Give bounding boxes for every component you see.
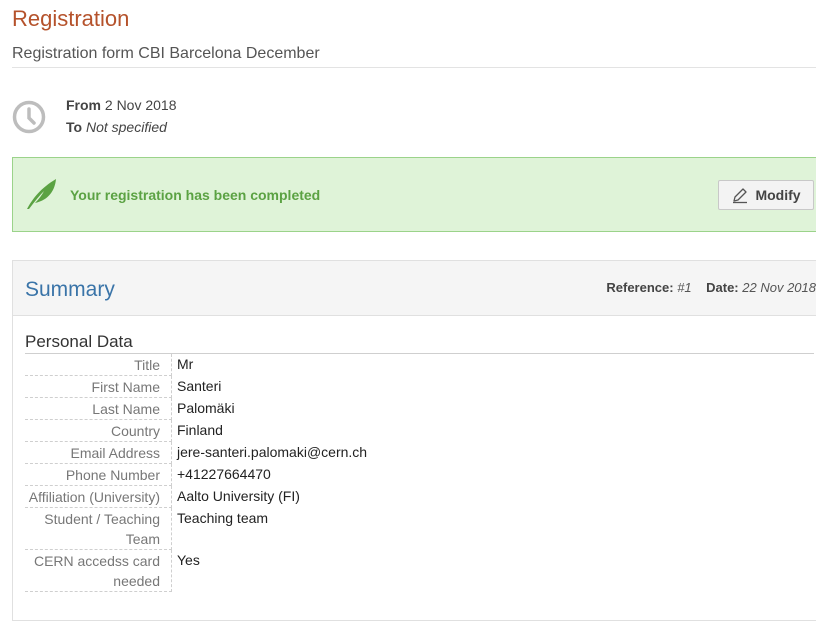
field-row: Country Finland <box>25 420 815 442</box>
registration-complete-alert: Your registration has been completed Mod… <box>12 157 816 232</box>
modify-button-label: Modify <box>755 187 801 203</box>
field-label: Email Address <box>25 442 172 464</box>
clock-icon <box>12 100 46 134</box>
field-value: Aalto University (FI) <box>177 488 300 504</box>
field-row: CERN accedss card needed Yes <box>25 550 815 592</box>
field-row: First Name Santeri <box>25 376 815 398</box>
date-from-label: From <box>66 97 101 113</box>
feather-icon <box>27 179 56 209</box>
date-to-value: Not specified <box>85 119 167 135</box>
page-subtitle: Registration form CBI Barcelona December <box>12 45 320 62</box>
field-label: Affiliation (University) <box>25 486 172 508</box>
field-row: Phone Number +41227664470 <box>25 464 815 486</box>
modify-button[interactable]: Modify <box>718 180 814 210</box>
field-row: Last Name Palomäki <box>25 398 815 420</box>
alert-message: Your registration has been completed <box>70 187 321 203</box>
summary-title: Summary <box>25 278 115 301</box>
field-value: Santeri <box>177 378 222 394</box>
field-row: Affiliation (University) Aalto Universit… <box>25 486 815 508</box>
summary-meta: Reference: #1 Date: 22 Nov 2018 <box>606 280 816 295</box>
field-label: Last Name <box>25 398 172 420</box>
field-row: Student / Teaching Team Teaching team <box>25 508 815 550</box>
date-to-label: To <box>66 119 83 135</box>
field-value: Yes <box>177 552 200 568</box>
field-value: Palomäki <box>177 400 235 416</box>
date-value: 22 Nov 2018 <box>742 280 816 295</box>
reference-value: #1 <box>677 280 692 295</box>
field-label: Phone Number <box>25 464 172 486</box>
field-label: Title <box>25 354 172 376</box>
date-from: From 2 Nov 2018 <box>66 97 177 113</box>
field-label: Student / Teaching Team <box>25 508 172 550</box>
field-value: jere-santeri.palomaki@cern.ch <box>177 444 368 460</box>
date-to: To Not specified <box>66 119 167 135</box>
field-label: First Name <box>25 376 172 398</box>
page-title: Registration <box>12 6 130 31</box>
summary-header: Summary Reference: #1 Date: 22 Nov 2018 <box>13 261 816 316</box>
field-row: Email Address jere-santeri.palomaki@cern… <box>25 442 815 464</box>
section-title-personal-data: Personal Data <box>25 332 133 351</box>
field-value: Mr <box>177 356 194 372</box>
summary-panel: Summary Reference: #1 Date: 22 Nov 2018 … <box>12 260 816 621</box>
reference-label: Reference: <box>606 280 674 295</box>
date-from-value: 2 Nov 2018 <box>104 97 177 113</box>
date-label: Date: <box>706 280 739 295</box>
title-divider <box>12 67 816 68</box>
field-label: Country <box>25 420 172 442</box>
field-row: Title Mr <box>25 354 815 376</box>
personal-data-fields: Title Mr First Name Santeri Last Name Pa… <box>25 354 815 592</box>
field-value: +41227664470 <box>177 466 271 482</box>
field-value: Finland <box>177 422 223 438</box>
field-label: CERN accedss card needed <box>25 550 172 592</box>
pencil-icon <box>733 188 748 204</box>
field-value: Teaching team <box>177 510 269 526</box>
